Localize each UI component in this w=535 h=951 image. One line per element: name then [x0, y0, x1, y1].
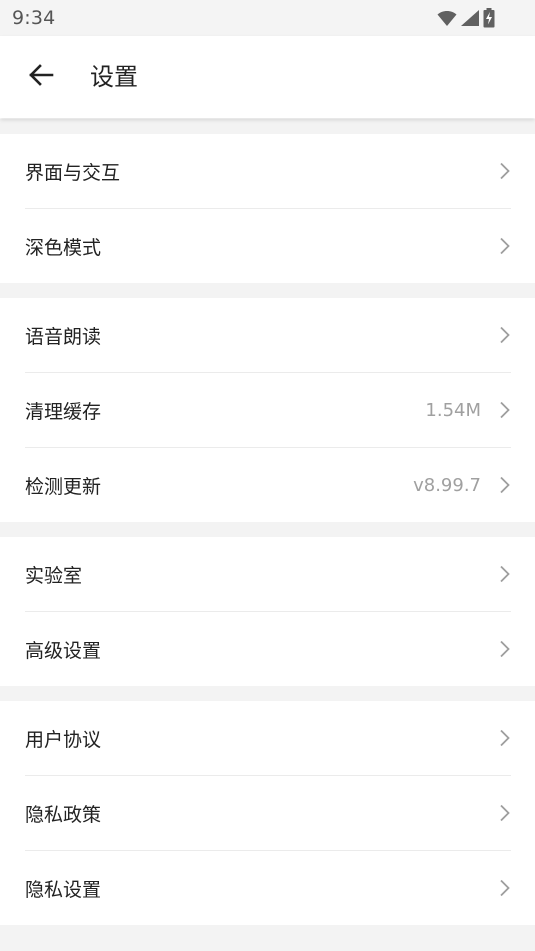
chevron-right-icon	[499, 879, 511, 897]
battery-charging-icon	[483, 8, 495, 28]
chevron-right-icon	[499, 162, 511, 180]
chevron-right-icon	[499, 804, 511, 822]
settings-item-label: 隐私设置	[25, 878, 102, 901]
settings-item-user-agreement[interactable]: 用户协议	[25, 701, 511, 775]
back-button[interactable]	[22, 58, 60, 96]
status-time: 9:34	[12, 7, 56, 29]
page-title: 设置	[90, 63, 138, 91]
settings-item-advanced[interactable]: 高级设置	[25, 611, 511, 686]
settings-item-label: 语音朗读	[25, 325, 102, 348]
settings-group-display: 界面与交互 深色模式	[0, 134, 535, 283]
settings-item-label: 检测更新	[25, 475, 102, 498]
chevron-right-icon	[499, 476, 511, 494]
settings-item-label: 用户协议	[25, 728, 102, 751]
cellular-signal-icon	[460, 9, 480, 27]
settings-group-legal: 用户协议 隐私政策 隐私设置	[0, 701, 535, 925]
chevron-right-icon	[499, 401, 511, 419]
settings-item-lab[interactable]: 实验室	[25, 537, 511, 611]
settings-item-label: 界面与交互	[25, 161, 121, 184]
settings-item-check-update[interactable]: 检测更新 v8.99.7	[25, 447, 511, 522]
status-bar: 9:34	[0, 0, 535, 36]
settings-item-privacy-settings[interactable]: 隐私设置	[25, 850, 511, 925]
settings-item-label: 深色模式	[25, 236, 102, 259]
chevron-right-icon	[499, 326, 511, 344]
settings-item-dark-mode[interactable]: 深色模式	[25, 208, 511, 283]
app-bar: 设置	[0, 36, 535, 118]
settings-group-advanced: 实验室 高级设置	[0, 537, 535, 686]
settings-item-clear-cache[interactable]: 清理缓存 1.54M	[25, 372, 511, 447]
settings-item-label: 实验室	[25, 564, 83, 587]
settings-group-general: 语音朗读 清理缓存 1.54M 检测更新 v8.99.7	[0, 298, 535, 522]
arrow-left-icon	[28, 64, 54, 90]
settings-item-interface[interactable]: 界面与交互	[25, 134, 511, 208]
chevron-right-icon	[499, 237, 511, 255]
settings-item-label: 高级设置	[25, 639, 102, 662]
settings-item-label: 隐私政策	[25, 803, 102, 826]
cache-size-value: 1.54M	[425, 399, 481, 421]
chevron-right-icon	[499, 729, 511, 747]
settings-item-privacy-policy[interactable]: 隐私政策	[25, 775, 511, 850]
version-value: v8.99.7	[413, 474, 481, 496]
status-icons	[437, 7, 495, 29]
chevron-right-icon	[499, 565, 511, 583]
wifi-icon	[437, 9, 457, 27]
chevron-right-icon	[499, 640, 511, 658]
settings-item-tts[interactable]: 语音朗读	[25, 298, 511, 372]
settings-item-label: 清理缓存	[25, 400, 102, 423]
settings-list: 界面与交互 深色模式 语音朗读 清理缓存 1.54M 检测更新 v8.99.7 …	[0, 119, 535, 951]
